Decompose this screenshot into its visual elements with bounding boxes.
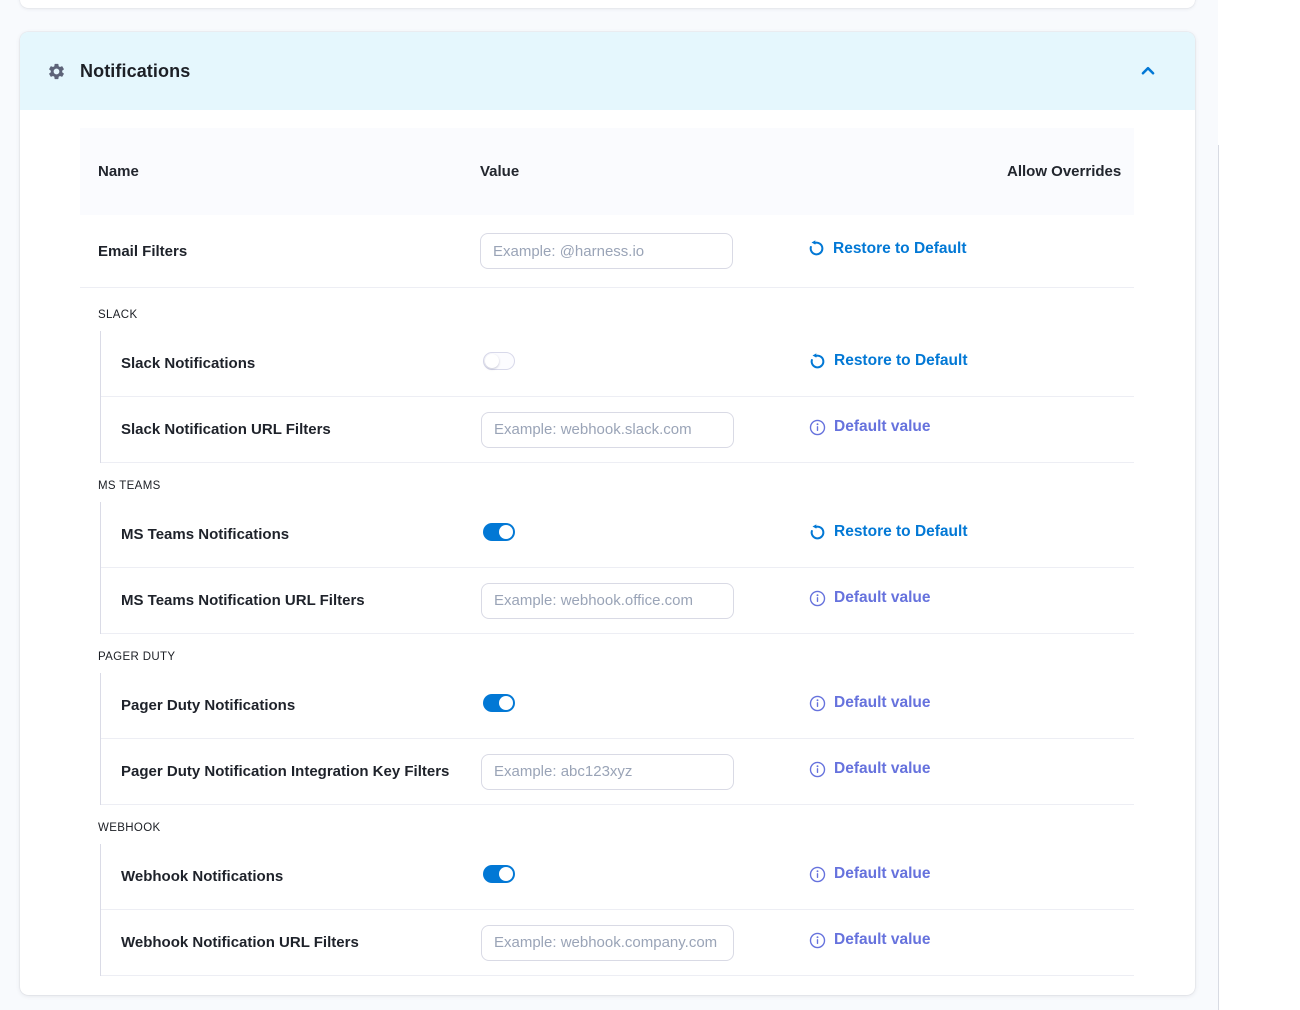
scroll-divider: [1218, 145, 1219, 1010]
table-row-webhook-url-filters: Webhook Notification URL Filters Default…: [101, 910, 1134, 976]
group-pager-duty: Pager Duty Notifications Default value: [100, 673, 1134, 805]
gear-icon: [47, 62, 66, 81]
group-webhook: Webhook Notifications Default value W: [100, 844, 1134, 976]
setting-label: Pager Duty Notification Integration Key …: [101, 763, 481, 780]
table-row-pager-duty-key-filters: Pager Duty Notification Integration Key …: [101, 739, 1134, 805]
table-row-ms-teams-url-filters: MS Teams Notification URL Filters Defaul…: [101, 568, 1134, 634]
default-value-indicator[interactable]: Default value: [809, 760, 930, 778]
column-header-value: Value: [480, 159, 808, 184]
group-label-pager-duty: PAGER DUTY: [80, 634, 1134, 673]
column-header-allow-overrides: Allow Overrides: [1007, 159, 1134, 184]
toggle-knob: [499, 867, 513, 881]
info-icon: [809, 932, 826, 949]
default-value-indicator[interactable]: Default value: [809, 418, 930, 436]
chevron-up-icon[interactable]: [1139, 62, 1157, 80]
table-header-row: Name Value Allow Overrides: [80, 128, 1134, 215]
setting-label: Slack Notifications: [101, 355, 481, 372]
restore-icon: [809, 524, 826, 541]
info-icon: [809, 866, 826, 883]
setting-label: Slack Notification URL Filters: [101, 421, 481, 438]
ms-teams-notifications-toggle[interactable]: [483, 523, 515, 541]
setting-label: Webhook Notifications: [101, 868, 481, 885]
column-header-name: Name: [80, 159, 480, 184]
notifications-section-header[interactable]: Notifications: [20, 32, 1195, 110]
restore-to-default-button[interactable]: Restore to Default: [809, 523, 968, 541]
setting-label: MS Teams Notifications: [101, 526, 481, 543]
restore-to-default-button[interactable]: Restore to Default: [809, 352, 968, 370]
slack-notifications-toggle[interactable]: [483, 352, 515, 370]
webhook-url-filters-input[interactable]: [481, 925, 734, 961]
table-row-ms-teams-notifications: MS Teams Notifications Restore to Defaul…: [101, 502, 1134, 568]
toggle-knob: [499, 525, 513, 539]
group-slack: Slack Notifications Restore to Default S…: [100, 331, 1134, 463]
pager-duty-notifications-toggle[interactable]: [483, 694, 515, 712]
table-row-webhook-notifications: Webhook Notifications Default value: [101, 844, 1134, 910]
table-row-slack-url-filters: Slack Notification URL Filters Default v…: [101, 397, 1134, 463]
table-row-email-filters: Email Filters Restore to Default: [80, 215, 1134, 288]
group-label-ms-teams: MS TEAMS: [80, 463, 1134, 502]
notifications-section-card: Notifications Name Value Allow Overrides…: [20, 32, 1195, 995]
setting-label: MS Teams Notification URL Filters: [101, 592, 481, 609]
setting-label: Webhook Notification URL Filters: [101, 934, 481, 951]
webhook-notifications-toggle[interactable]: [483, 865, 515, 883]
default-value-indicator[interactable]: Default value: [809, 865, 930, 883]
table-row-pager-duty-notifications: Pager Duty Notifications Default value: [101, 673, 1134, 739]
restore-to-default-button[interactable]: Restore to Default: [808, 240, 967, 258]
group-label-webhook: WEBHOOK: [80, 805, 1134, 844]
section-title: Notifications: [80, 61, 190, 82]
toggle-knob: [485, 354, 499, 368]
setting-label: Pager Duty Notifications: [101, 697, 481, 714]
previous-section-card: [20, 0, 1195, 8]
info-icon: [809, 761, 826, 778]
ms-teams-url-filters-input[interactable]: [481, 583, 734, 619]
group-label-slack: SLACK: [80, 288, 1134, 331]
info-icon: [809, 695, 826, 712]
settings-table: Name Value Allow Overrides Email Filters…: [80, 128, 1134, 976]
toggle-knob: [499, 696, 513, 710]
group-ms-teams: MS Teams Notifications Restore to Defaul…: [100, 502, 1134, 634]
default-value-indicator[interactable]: Default value: [809, 694, 930, 712]
restore-icon: [809, 353, 826, 370]
info-icon: [809, 419, 826, 436]
setting-label: Email Filters: [80, 243, 480, 260]
default-value-indicator[interactable]: Default value: [809, 931, 930, 949]
slack-url-filters-input[interactable]: [481, 412, 734, 448]
pager-duty-key-filters-input[interactable]: [481, 754, 734, 790]
info-icon: [809, 590, 826, 607]
email-filters-input[interactable]: [480, 233, 733, 269]
restore-icon: [808, 240, 825, 257]
default-value-indicator[interactable]: Default value: [809, 589, 930, 607]
table-row-slack-notifications: Slack Notifications Restore to Default: [101, 331, 1134, 397]
